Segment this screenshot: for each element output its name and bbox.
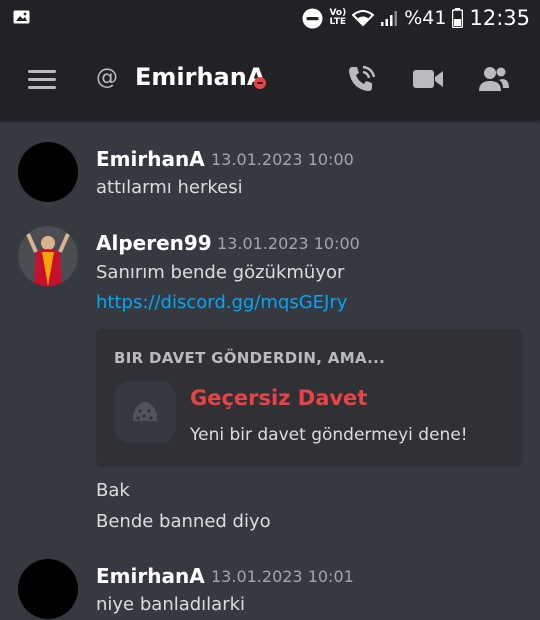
message-author[interactable]: EmirhanA bbox=[96, 564, 205, 588]
invite-header: BIR DAVET GÖNDERDIN, AMA... bbox=[114, 349, 386, 367]
do-not-disturb-icon bbox=[302, 8, 323, 28]
clock: 12:35 bbox=[469, 6, 530, 30]
battery-percent: %41 bbox=[404, 7, 447, 29]
members-icon[interactable] bbox=[478, 64, 510, 94]
volte-bottom-label: LTE bbox=[329, 17, 346, 27]
call-icon[interactable] bbox=[346, 64, 378, 94]
invite-embed: BIR DAVET GÖNDERDIN, AMA... Geçersiz Dav… bbox=[96, 329, 522, 467]
message-timestamp: 13.01.2023 10:00 bbox=[217, 234, 360, 253]
message-author[interactable]: Alperen99 bbox=[96, 231, 212, 255]
invalid-invite-icon bbox=[114, 381, 176, 443]
at-icon: @ bbox=[96, 65, 118, 90]
message-list[interactable]: EmirhanA 13.01.2023 10:00 attılarmı herk… bbox=[0, 120, 540, 620]
avatar[interactable] bbox=[18, 142, 78, 202]
message-text: niye banladılarki bbox=[96, 594, 246, 615]
invite-link[interactable]: https://discord.gg/mqsGEJry bbox=[96, 292, 347, 313]
volte-indicator: Vo) LTE bbox=[329, 9, 346, 27]
message-text: Bende banned diyo bbox=[96, 511, 271, 532]
signal-icon bbox=[381, 11, 398, 26]
status-bar-right: Vo) LTE %41 12:35 bbox=[302, 6, 530, 30]
message-text: Sanırım bende gözükmüyor bbox=[96, 262, 345, 283]
channel-header: @ EmirhanA bbox=[0, 36, 540, 120]
message-timestamp: 13.01.2023 10:01 bbox=[211, 567, 354, 586]
message-timestamp: 13.01.2023 10:00 bbox=[211, 150, 354, 169]
avatar[interactable] bbox=[18, 559, 78, 619]
invite-title: Geçersiz Davet bbox=[190, 386, 368, 410]
message-text: Bak bbox=[96, 480, 130, 501]
invite-subtitle: Yeni bir davet göndermeyi dene! bbox=[190, 425, 468, 445]
message-text: attılarmı herkesi bbox=[96, 177, 243, 198]
status-dnd-badge bbox=[254, 77, 266, 89]
video-icon[interactable] bbox=[412, 64, 444, 94]
image-notification-icon bbox=[13, 10, 30, 24]
wifi-icon bbox=[352, 10, 375, 27]
message-author[interactable]: EmirhanA bbox=[96, 147, 205, 171]
status-bar: Vo) LTE %41 12:35 bbox=[0, 0, 540, 36]
avatar-image bbox=[18, 226, 78, 286]
channel-title: EmirhanA bbox=[135, 63, 266, 91]
avatar[interactable] bbox=[18, 226, 78, 286]
menu-icon[interactable] bbox=[28, 69, 56, 89]
battery-icon bbox=[452, 8, 464, 28]
